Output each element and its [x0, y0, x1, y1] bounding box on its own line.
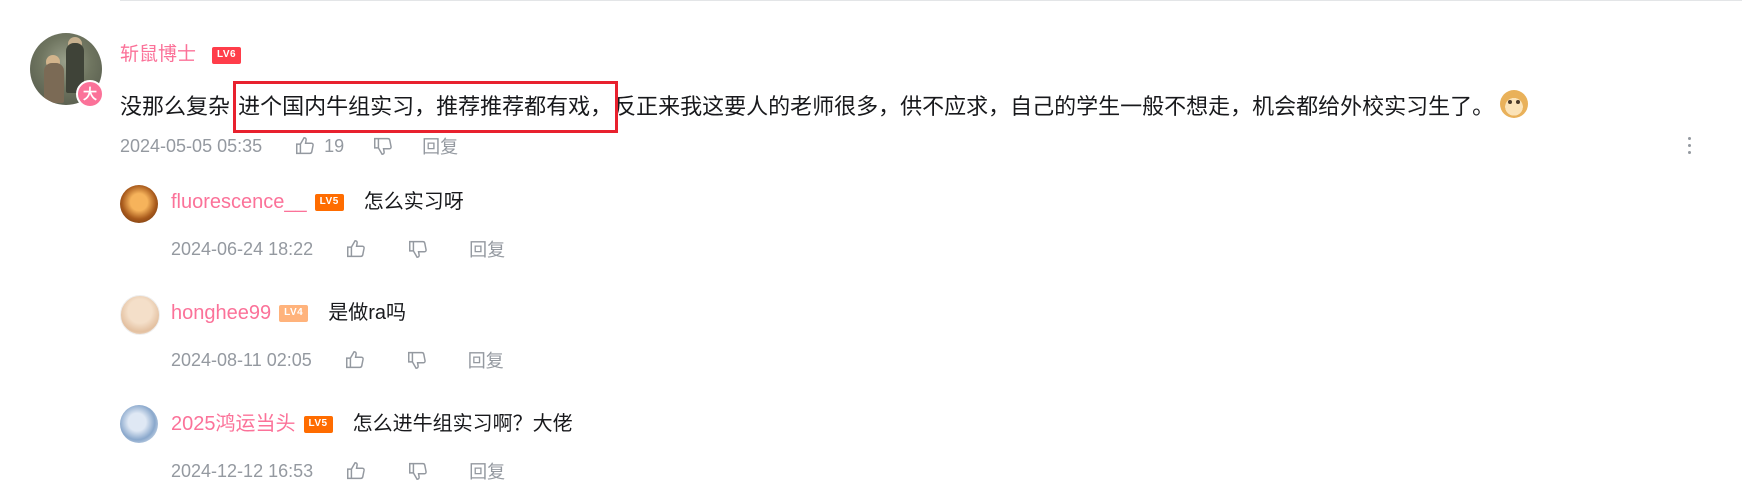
reply-username[interactable]: honghee99	[171, 300, 271, 326]
comment-text: 没那么复杂 进个国内牛组实习，推荐推荐都有戏，反正来我这要人的老师很多，供不应求…	[120, 81, 1529, 133]
dislike-button[interactable]	[407, 238, 429, 260]
like-button[interactable]	[344, 349, 366, 371]
reply-username[interactable]: fluorescence__	[171, 189, 307, 215]
like-button[interactable]	[345, 460, 367, 482]
level-badge: LV5	[314, 193, 344, 211]
dislike-button[interactable]	[372, 135, 394, 157]
highlighted-text: 进个国内牛组实习，推荐推荐都有戏，	[233, 81, 619, 133]
level-badge: LV6	[212, 47, 242, 64]
reply-item: fluorescence__ LV5 怎么实习呀	[171, 189, 464, 215]
level-badge: LV5	[303, 415, 333, 433]
reply-button[interactable]: 回复	[469, 458, 505, 484]
avatar[interactable]	[120, 405, 158, 443]
reply-item: 2025鸿运当头 LV5 怎么进牛组实习啊？大佬	[171, 411, 573, 437]
comment-text-part: 反正来我这要人的老师很多，供不应求，自己的学生一般不想走，机会都给外校实习生了。	[614, 94, 1495, 119]
divider	[120, 0, 1742, 1]
reply-button[interactable]: 回复	[468, 347, 504, 373]
reply-meta: 2024-08-11 02:05 回复	[171, 347, 544, 373]
comment-timestamp: 2024-05-05 05:35	[120, 135, 263, 156]
dislike-button[interactable]	[406, 349, 428, 371]
comment-text-part: 没那么复杂	[120, 94, 237, 119]
doge-emoji-icon	[1500, 90, 1529, 118]
reply-meta: 2024-12-12 16:53 回复	[171, 458, 545, 484]
reply-button[interactable]: 回复	[469, 236, 505, 262]
reply-username[interactable]: 2025鸿运当头	[171, 411, 296, 437]
level-badge: LV4	[279, 304, 309, 322]
reply-text: 怎么进牛组实习啊？大佬	[352, 413, 573, 435]
reply-text: 怎么实习呀	[363, 191, 464, 213]
vip-badge: 大	[76, 80, 104, 108]
reply-timestamp: 2024-06-24 18:22	[171, 238, 314, 259]
thumb-up-icon	[296, 137, 314, 155]
thumb-down-icon	[409, 462, 427, 480]
comment-username[interactable]: 斩鼠博士	[120, 43, 196, 67]
thumb-up-icon	[347, 240, 365, 258]
avatar[interactable]	[120, 295, 160, 335]
like-button[interactable]: 19	[294, 135, 344, 157]
reply-timestamp: 2024-12-12 16:53	[171, 460, 314, 481]
like-count: 19	[324, 135, 345, 156]
reply-timestamp: 2024-08-11 02:05	[171, 349, 312, 370]
thumb-down-icon	[374, 137, 392, 155]
reply-item: honghee99 LV4 是做ra吗	[171, 300, 406, 326]
comment-meta: 2024-05-05 05:35 19 回复	[120, 133, 486, 159]
thumb-up-icon	[347, 462, 365, 480]
like-button[interactable]	[345, 238, 367, 260]
more-vertical-icon[interactable]	[1686, 135, 1692, 157]
thumb-up-icon	[345, 351, 364, 369]
thumb-down-icon	[407, 351, 426, 369]
reply-meta: 2024-06-24 18:22 回复	[171, 236, 545, 262]
reply-text: 是做ra吗	[328, 302, 407, 324]
avatar[interactable]	[120, 185, 158, 223]
dislike-button[interactable]	[407, 460, 429, 482]
reply-button[interactable]: 回复	[422, 133, 458, 159]
thumb-down-icon	[409, 240, 427, 258]
